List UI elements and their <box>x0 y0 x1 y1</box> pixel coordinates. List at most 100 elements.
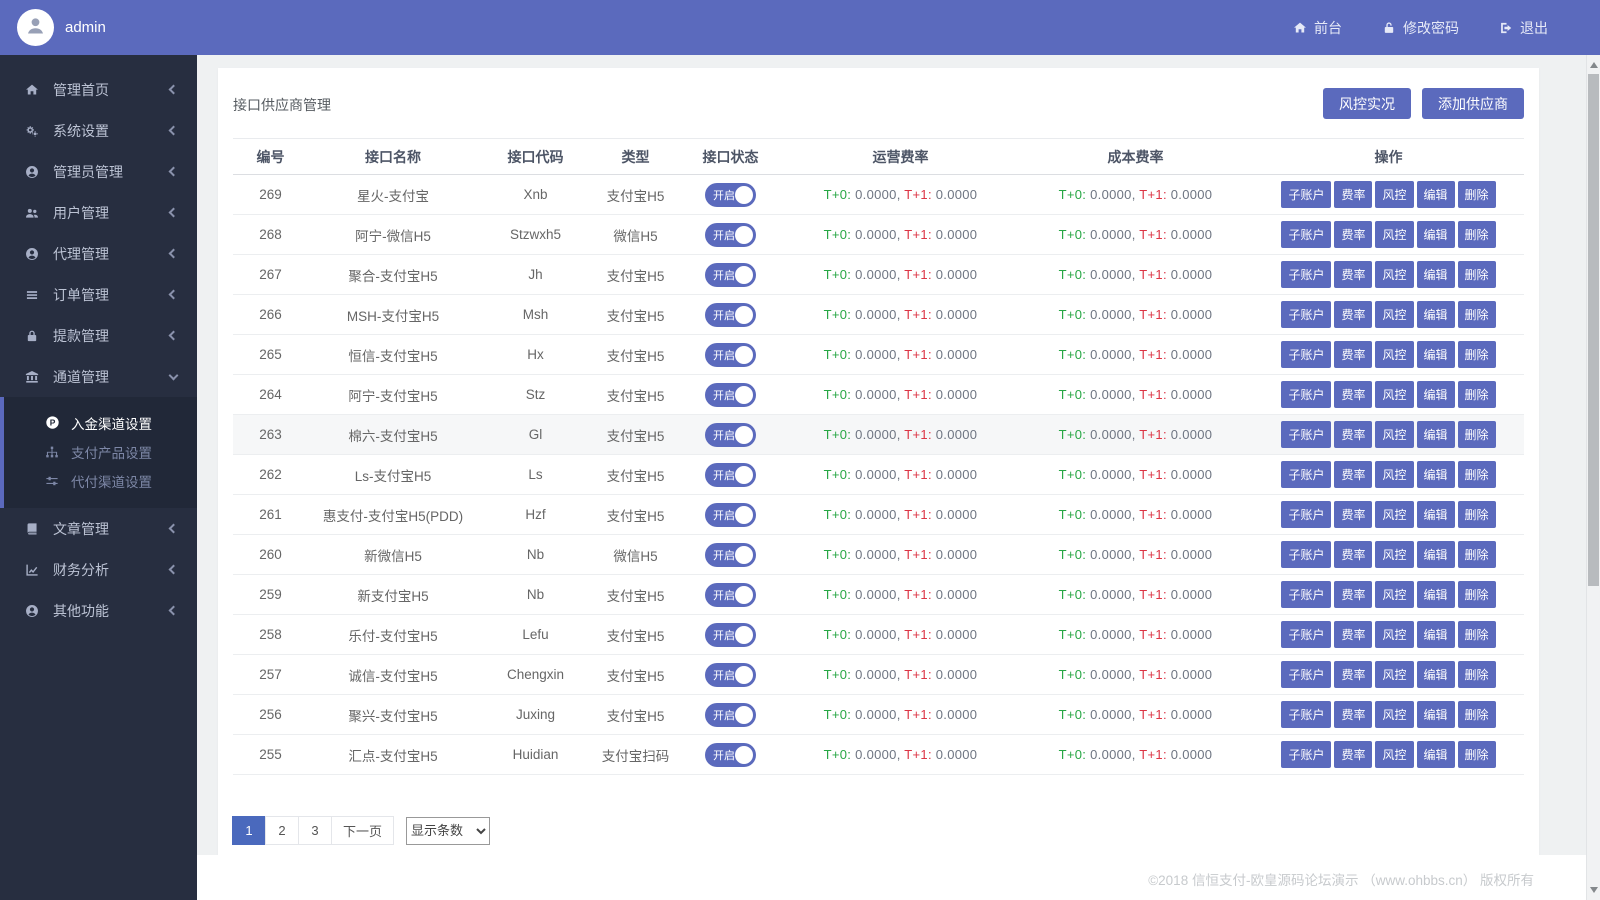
avatar[interactable] <box>17 9 54 46</box>
sidebar-item-2[interactable]: 管理员管理 <box>0 151 197 192</box>
rate-button[interactable]: 费率 <box>1334 261 1372 288</box>
status-toggle[interactable]: 开启 <box>705 263 756 287</box>
status-toggle[interactable]: 开启 <box>705 743 756 767</box>
subaccount-button[interactable]: 子账户 <box>1281 341 1331 368</box>
sidebar-item-5[interactable]: 订单管理 <box>0 274 197 315</box>
nav-logout[interactable]: 退出 <box>1499 18 1548 38</box>
sidebar-item-10[interactable]: 其他功能 <box>0 590 197 631</box>
rate-button[interactable]: 费率 <box>1334 181 1372 208</box>
subaccount-button[interactable]: 子账户 <box>1281 181 1331 208</box>
risk-button[interactable]: 风控 <box>1375 181 1413 208</box>
scroll-up-arrow-icon[interactable] <box>1590 62 1598 68</box>
status-toggle[interactable]: 开启 <box>705 463 756 487</box>
sidebar-subitem-1[interactable]: 支付产品设置 <box>4 437 197 466</box>
risk-button[interactable]: 风控 <box>1375 341 1413 368</box>
edit-button[interactable]: 编辑 <box>1417 541 1455 568</box>
sidebar-item-1[interactable]: 系统设置 <box>0 110 197 151</box>
rate-button[interactable]: 费率 <box>1334 541 1372 568</box>
edit-button[interactable]: 编辑 <box>1417 341 1455 368</box>
rate-button[interactable]: 费率 <box>1334 501 1372 528</box>
rate-button[interactable]: 费率 <box>1334 221 1372 248</box>
risk-button[interactable]: 风控 <box>1375 461 1413 488</box>
delete-button[interactable]: 删除 <box>1458 501 1496 528</box>
risk-button[interactable]: 风控 <box>1375 581 1413 608</box>
risk-button[interactable]: 风控 <box>1375 301 1413 328</box>
sidebar-item-0[interactable]: 管理首页 <box>0 69 197 110</box>
delete-button[interactable]: 删除 <box>1458 541 1496 568</box>
status-toggle[interactable]: 开启 <box>705 223 756 247</box>
sidebar-subitem-2[interactable]: 代付渠道设置 <box>4 466 197 495</box>
rate-button[interactable]: 费率 <box>1334 701 1372 728</box>
status-toggle[interactable]: 开启 <box>705 703 756 727</box>
rate-button[interactable]: 费率 <box>1334 341 1372 368</box>
page-button-3[interactable]: 3 <box>298 816 332 845</box>
status-toggle[interactable]: 开启 <box>705 543 756 567</box>
risk-button[interactable]: 风控 <box>1375 741 1413 768</box>
scroll-down-arrow-icon[interactable] <box>1590 887 1598 893</box>
sidebar-subitem-0[interactable]: P入金渠道设置 <box>4 408 197 437</box>
edit-button[interactable]: 编辑 <box>1417 381 1455 408</box>
status-toggle[interactable]: 开启 <box>705 423 756 447</box>
subaccount-button[interactable]: 子账户 <box>1281 581 1331 608</box>
risk-button[interactable]: 风控 <box>1375 421 1413 448</box>
status-toggle[interactable]: 开启 <box>705 623 756 647</box>
subaccount-button[interactable]: 子账户 <box>1281 701 1331 728</box>
delete-button[interactable]: 删除 <box>1458 221 1496 248</box>
edit-button[interactable]: 编辑 <box>1417 421 1455 448</box>
page-button-1[interactable]: 1 <box>232 816 266 845</box>
sidebar-item-9[interactable]: 财务分析 <box>0 549 197 590</box>
rate-button[interactable]: 费率 <box>1334 301 1372 328</box>
status-toggle[interactable]: 开启 <box>705 383 756 407</box>
delete-button[interactable]: 删除 <box>1458 181 1496 208</box>
rate-button[interactable]: 费率 <box>1334 421 1372 448</box>
add-supplier-button[interactable]: 添加供应商 <box>1422 88 1524 119</box>
risk-button[interactable]: 风控 <box>1375 261 1413 288</box>
status-toggle[interactable]: 开启 <box>705 583 756 607</box>
delete-button[interactable]: 删除 <box>1458 301 1496 328</box>
delete-button[interactable]: 删除 <box>1458 701 1496 728</box>
subaccount-button[interactable]: 子账户 <box>1281 461 1331 488</box>
edit-button[interactable]: 编辑 <box>1417 221 1455 248</box>
subaccount-button[interactable]: 子账户 <box>1281 261 1331 288</box>
edit-button[interactable]: 编辑 <box>1417 581 1455 608</box>
subaccount-button[interactable]: 子账户 <box>1281 541 1331 568</box>
edit-button[interactable]: 编辑 <box>1417 501 1455 528</box>
subaccount-button[interactable]: 子账户 <box>1281 421 1331 448</box>
risk-button[interactable]: 风控 <box>1375 501 1413 528</box>
page-button-2[interactable]: 2 <box>265 816 299 845</box>
delete-button[interactable]: 删除 <box>1458 421 1496 448</box>
edit-button[interactable]: 编辑 <box>1417 741 1455 768</box>
edit-button[interactable]: 编辑 <box>1417 621 1455 648</box>
subaccount-button[interactable]: 子账户 <box>1281 221 1331 248</box>
delete-button[interactable]: 删除 <box>1458 661 1496 688</box>
status-toggle[interactable]: 开启 <box>705 303 756 327</box>
delete-button[interactable]: 删除 <box>1458 341 1496 368</box>
edit-button[interactable]: 编辑 <box>1417 701 1455 728</box>
nav-change-password[interactable]: 修改密码 <box>1382 18 1459 38</box>
status-toggle[interactable]: 开启 <box>705 663 756 687</box>
edit-button[interactable]: 编辑 <box>1417 181 1455 208</box>
scrollbar-thumb[interactable] <box>1588 74 1599 586</box>
risk-button[interactable]: 风控 <box>1375 701 1413 728</box>
risk-button[interactable]: 风控 <box>1375 621 1413 648</box>
subaccount-button[interactable]: 子账户 <box>1281 661 1331 688</box>
subaccount-button[interactable]: 子账户 <box>1281 301 1331 328</box>
delete-button[interactable]: 删除 <box>1458 261 1496 288</box>
vertical-scrollbar[interactable] <box>1586 55 1600 900</box>
delete-button[interactable]: 删除 <box>1458 621 1496 648</box>
page-size-select[interactable]: 显示条数 <box>406 817 490 845</box>
edit-button[interactable]: 编辑 <box>1417 461 1455 488</box>
risk-button[interactable]: 风控 <box>1375 661 1413 688</box>
subaccount-button[interactable]: 子账户 <box>1281 381 1331 408</box>
sidebar-item-7[interactable]: 通道管理 <box>0 356 197 397</box>
status-toggle[interactable]: 开启 <box>705 503 756 527</box>
next-page-button[interactable]: 下一页 <box>331 816 394 845</box>
sidebar-item-4[interactable]: 代理管理 <box>0 233 197 274</box>
edit-button[interactable]: 编辑 <box>1417 661 1455 688</box>
nav-frontend[interactable]: 前台 <box>1293 18 1342 38</box>
subaccount-button[interactable]: 子账户 <box>1281 741 1331 768</box>
rate-button[interactable]: 费率 <box>1334 661 1372 688</box>
risk-live-button[interactable]: 风控实况 <box>1323 88 1411 119</box>
risk-button[interactable]: 风控 <box>1375 221 1413 248</box>
sidebar-item-6[interactable]: 提款管理 <box>0 315 197 356</box>
